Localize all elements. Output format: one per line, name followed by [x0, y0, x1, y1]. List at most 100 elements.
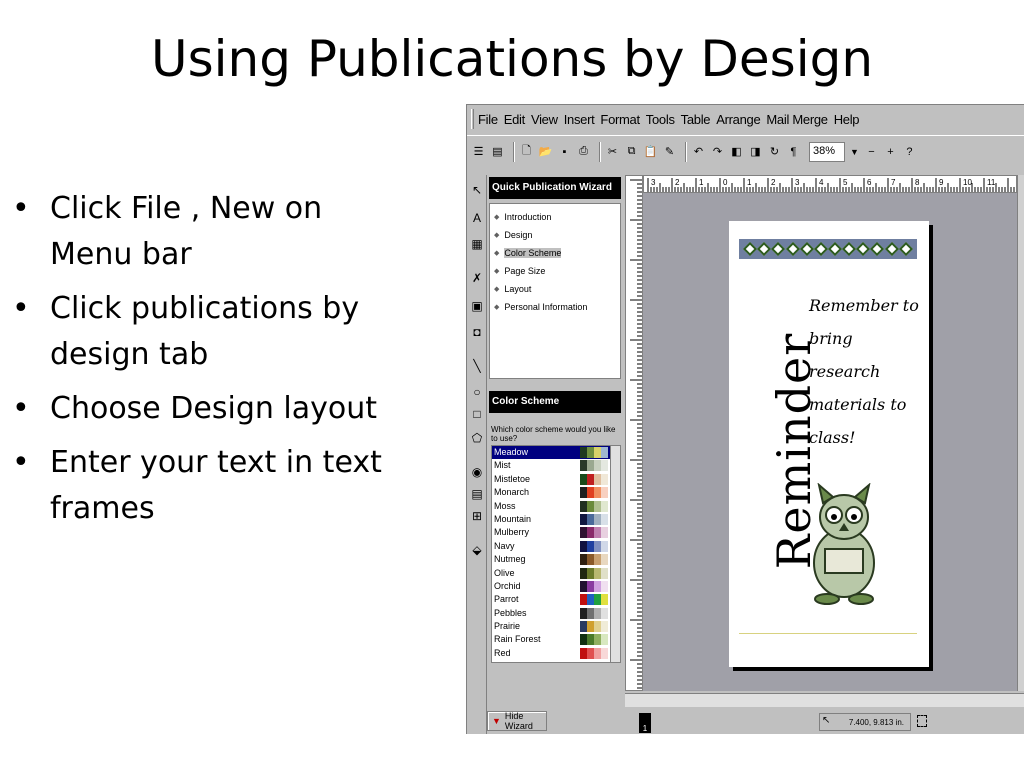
wizard-step-layout[interactable]: ◆ Layout: [490, 280, 620, 298]
wizard-step-design[interactable]: ◆ Design: [490, 226, 620, 244]
menu-view[interactable]: View: [531, 112, 558, 127]
menu-table[interactable]: Table: [681, 112, 711, 127]
color-scheme-question: Which color scheme would you like to use…: [491, 425, 616, 443]
wizard-icon[interactable]: ▤: [490, 144, 505, 160]
zoom-in-icon[interactable]: +: [883, 144, 898, 160]
reminder-note[interactable]: Remember to bring research materials to …: [809, 289, 927, 454]
list-item[interactable]: Mountain: [492, 513, 620, 526]
table-tool-icon[interactable]: ▦: [470, 237, 484, 251]
format-painter-icon[interactable]: ✎: [662, 144, 677, 160]
standard-toolbar: ☰ ▤ 🗋 📂 ▪ ⎙ ✂ ⧉ 📋 ✎ ↶ ↷ ◧ ◨ ↻ ¶ 38% ▼ − …: [467, 135, 1024, 167]
list-item[interactable]: Navy: [492, 540, 620, 553]
publisher-window: File Edit View Insert Format Tools Table…: [466, 104, 1024, 734]
menu-grip: [471, 109, 474, 129]
workspace: Reminder Remember to bring research mate…: [643, 193, 1017, 691]
list-item[interactable]: Red: [492, 647, 620, 660]
vertical-ruler[interactable]: [625, 175, 643, 691]
color-scheme-header: Color Scheme: [489, 391, 621, 413]
ruler-number: 7: [891, 178, 896, 187]
send-back-icon[interactable]: ◨: [748, 144, 763, 160]
hotspot-icon[interactable]: ◉: [470, 465, 484, 479]
bullet-item: • Choose Design layout: [12, 391, 378, 426]
list-item[interactable]: Mistletoe: [492, 473, 620, 486]
form-control-icon[interactable]: ▤: [470, 487, 484, 501]
cursor-icon: ↖: [822, 715, 831, 726]
wizard-step-page-size[interactable]: ◆ Page Size: [490, 262, 620, 280]
menu-insert[interactable]: Insert: [564, 112, 595, 127]
new-icon[interactable]: 🗋: [519, 144, 534, 160]
menu-tools[interactable]: Tools: [646, 112, 675, 127]
list-item[interactable]: Mist: [492, 459, 620, 472]
list-item[interactable]: Moss: [492, 500, 620, 513]
wizard-step-color-scheme[interactable]: ◆ Color Scheme: [490, 244, 620, 262]
menu-file[interactable]: File: [478, 112, 498, 127]
wizard-step-introduction[interactable]: ◆ Introduction: [490, 208, 620, 226]
zoom-out-icon[interactable]: −: [864, 144, 879, 160]
ruler-number: 9: [939, 178, 944, 187]
custom-shape-icon[interactable]: ⬠: [470, 431, 484, 445]
list-item[interactable]: Monarch: [492, 486, 620, 499]
scheme-list-scrollbar[interactable]: [610, 446, 620, 662]
rectangle-tool-icon[interactable]: □: [470, 407, 484, 421]
copy-icon[interactable]: ⧉: [624, 144, 639, 160]
ruler-number: 0: [723, 178, 728, 187]
page-navigator[interactable]: 1: [639, 713, 651, 733]
list-item[interactable]: Rain Forest: [492, 633, 620, 646]
slide-title: Using Publications by Design: [150, 30, 874, 88]
wordart-icon[interactable]: ✗: [470, 271, 484, 285]
picture-icon[interactable]: ▣: [470, 299, 484, 313]
design-gallery-icon[interactable]: ⬙: [470, 543, 484, 557]
publication-page[interactable]: Reminder Remember to bring research mate…: [729, 221, 929, 667]
print-icon[interactable]: ⎙: [576, 144, 591, 160]
list-item[interactable]: Orchid: [492, 580, 620, 593]
diamond-border-band: [739, 239, 917, 259]
paste-icon[interactable]: 📋: [643, 144, 658, 160]
menu-mail-merge[interactable]: Mail Merge: [766, 112, 828, 127]
list-item[interactable]: Meadow: [492, 446, 620, 460]
ruler-number: 2: [771, 178, 776, 187]
oval-tool-icon[interactable]: ○: [470, 385, 484, 399]
catalog-icon[interactable]: ☰: [471, 144, 486, 160]
list-item[interactable]: Pebbles: [492, 607, 620, 620]
ruler-number: 5: [843, 178, 848, 187]
bring-front-icon[interactable]: ◧: [729, 144, 744, 160]
text-tool-icon[interactable]: A: [470, 211, 484, 225]
redo-icon[interactable]: ↷: [710, 144, 725, 160]
list-item[interactable]: Mulberry: [492, 526, 620, 539]
color-scheme-list[interactable]: Meadow Mist Mistletoe Monarch Moss Mount…: [491, 445, 621, 663]
quick-publication-wizard: Quick Publication Wizard ◆ Introduction ◆…: [487, 175, 623, 734]
wizard-step-personal-information[interactable]: ◆ Personal Information: [490, 298, 620, 316]
cut-icon[interactable]: ✂: [605, 144, 620, 160]
list-item[interactable]: Olive: [492, 567, 620, 580]
ruler-number: 6: [867, 178, 872, 187]
zoom-dropdown-icon[interactable]: ▼: [850, 147, 859, 157]
vertical-scrollbar[interactable]: [1017, 175, 1024, 691]
html-fragment-icon[interactable]: ⊞: [470, 509, 484, 523]
undo-icon[interactable]: ↶: [691, 144, 706, 160]
size-readout-icon: [917, 715, 927, 727]
open-icon[interactable]: 📂: [538, 144, 553, 160]
ruler-number: 8: [915, 178, 920, 187]
horizontal-scrollbar[interactable]: [625, 693, 1024, 707]
menu-format[interactable]: Format: [600, 112, 640, 127]
status-bar: 1 ↖ 7.400, 9.813 in.: [467, 709, 1024, 734]
help-icon[interactable]: ?: [902, 144, 917, 160]
list-item[interactable]: Prairie: [492, 620, 620, 633]
rotate-icon[interactable]: ↻: [767, 144, 782, 160]
ruler-ticks: 3 2 1 0 1 2 3 4 5 6 7 8 9 10 11: [647, 178, 1015, 192]
line-tool-icon[interactable]: ╲: [470, 359, 484, 373]
menu-help[interactable]: Help: [834, 112, 860, 127]
horizontal-ruler[interactable]: 3 2 1 0 1 2 3 4 5 6 7 8 9 10 11: [643, 175, 1017, 193]
pointer-icon[interactable]: ↖: [470, 183, 484, 197]
clipart-icon[interactable]: ◘: [470, 325, 484, 339]
list-item[interactable]: Parrot: [492, 593, 620, 606]
position-readout: ↖ 7.400, 9.813 in.: [819, 713, 911, 731]
pilcrow-icon[interactable]: ¶: [786, 144, 801, 160]
zoom-box[interactable]: 38%: [809, 141, 845, 162]
save-icon[interactable]: ▪: [557, 144, 572, 160]
menu-arrange[interactable]: Arrange: [716, 112, 760, 127]
list-item[interactable]: Nutmeg: [492, 553, 620, 566]
toolbar-separator: [599, 141, 601, 162]
bullet-item: • Click publications by design tab: [12, 291, 360, 372]
menu-edit[interactable]: Edit: [504, 112, 526, 127]
